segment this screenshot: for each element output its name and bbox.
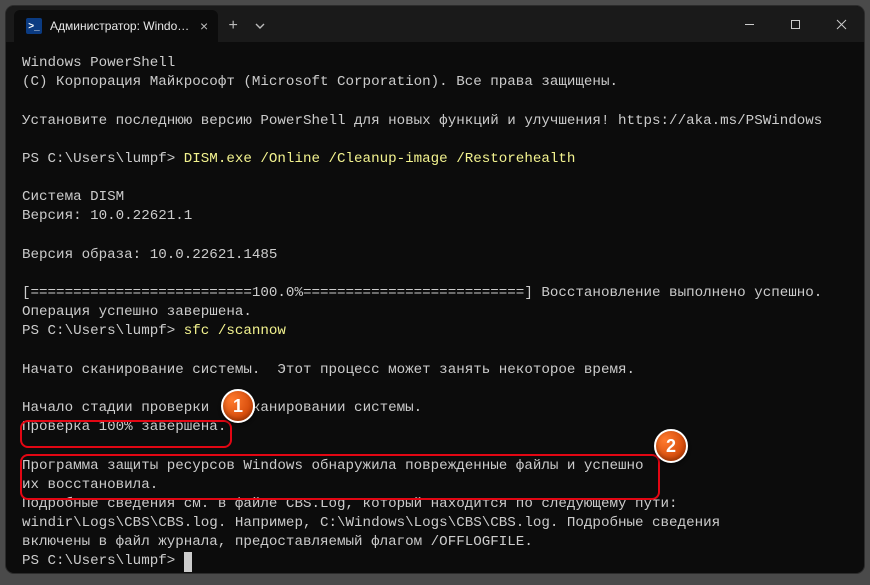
text-line: Версия образа: 10.0.22621.1485 <box>22 247 277 263</box>
text-line: Windows PowerShell <box>22 55 175 71</box>
text-line: [==========================100.0%=======… <box>22 285 822 301</box>
text-line: Операция успешно завершена. <box>22 304 252 320</box>
tab-close-button[interactable]: × <box>198 18 210 34</box>
annotation-box-1 <box>20 420 232 448</box>
annotation-box-2 <box>20 454 660 500</box>
titlebar: >_ Администратор: Windows Po × + <box>6 6 864 42</box>
tab-powershell[interactable]: >_ Администратор: Windows Po × <box>14 10 218 42</box>
text-line: Начато сканирование системы. Этот процес… <box>22 362 635 378</box>
terminal-window: >_ Администратор: Windows Po × + Windows… <box>6 6 864 573</box>
command-text: DISM.exe /Online /Cleanup-image /Restore… <box>184 151 576 167</box>
powershell-icon: >_ <box>26 18 42 34</box>
prompt: PS C:\Users\lumpf> <box>22 553 184 569</box>
cursor <box>184 552 192 571</box>
prompt: PS C:\Users\lumpf> <box>22 323 184 339</box>
text-line: Начало стадии проверки <box>22 400 218 416</box>
annotation-badge-2: 2 <box>654 429 688 463</box>
annotation-badge-1: 1 <box>221 389 255 423</box>
maximize-button[interactable] <box>772 6 818 42</box>
close-icon <box>836 19 847 30</box>
prompt: PS C:\Users\lumpf> <box>22 151 184 167</box>
new-tab-button[interactable]: + <box>218 10 248 42</box>
tab-dropdown-button[interactable] <box>248 10 272 42</box>
text-line: (C) Корпорация Майкрософт (Microsoft Cor… <box>22 74 618 90</box>
close-button[interactable] <box>818 6 864 42</box>
text-line: канировании системы. <box>252 400 422 416</box>
minimize-icon <box>744 19 755 30</box>
chevron-down-icon <box>255 23 265 29</box>
text-line: Версия: 10.0.22621.1 <box>22 208 192 224</box>
maximize-icon <box>790 19 801 30</box>
tab-title: Администратор: Windows Po <box>50 19 190 33</box>
text-line: включены в файл журнала, предоставляемый… <box>22 534 533 550</box>
text-line: Cистема DISM <box>22 189 124 205</box>
command-text: sfc /scannow <box>184 323 286 339</box>
text-line: Установите последнюю версию PowerShell д… <box>22 113 822 129</box>
text-line: windir\Logs\CBS\CBS.log. Например, C:\Wi… <box>22 515 720 531</box>
minimize-button[interactable] <box>726 6 772 42</box>
